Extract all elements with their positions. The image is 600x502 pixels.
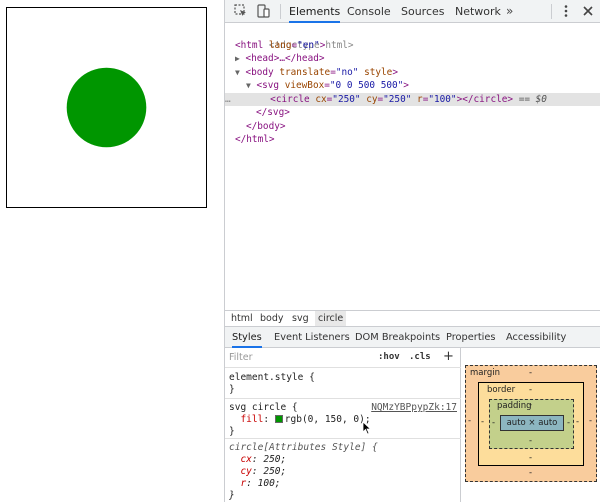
rule-close-brace: } [229, 426, 235, 437]
svg-frame [6, 7, 207, 208]
dom-node-head[interactable]: ▶ <head>…</head> [235, 52, 600, 66]
more-tabs-icon[interactable]: » [506, 0, 513, 23]
rule-source-link[interactable]: NQMzYBPpypZk:17 [371, 402, 457, 413]
hov-toggle[interactable]: :hov [378, 352, 400, 362]
dom-node-html[interactable]: <html lang="en"> [235, 39, 600, 53]
breadcrumb: html body svg circle [225, 310, 600, 327]
tab-styles[interactable]: Styles [232, 327, 262, 348]
padding-left-value[interactable]: - [492, 418, 495, 428]
styles-pane: Filter :hov .cls + element.style { } svg… [225, 348, 461, 502]
inspect-element-icon[interactable] [233, 3, 249, 19]
new-rule-button[interactable]: + [443, 349, 454, 364]
collapse-arrow-icon[interactable]: ▼ [246, 81, 251, 90]
dom-node-svg-close[interactable]: </svg> [256, 106, 600, 120]
dom-node-doctype[interactable]: <!doctype html> [235, 25, 600, 51]
dom-tree: <!doctype html> <html lang="en"> ▶ <head… [225, 23, 600, 310]
attr-r-value: 100; [257, 478, 281, 489]
tab-dom-breakpoints[interactable]: DOM Breakpoints [355, 327, 440, 348]
toolbar-divider-right [551, 4, 552, 19]
rule-close-brace: } [229, 490, 235, 501]
border-top-value[interactable]: - [529, 385, 532, 395]
margin-bottom-value[interactable]: - [529, 468, 532, 478]
element-style-rule: element.style { } [225, 369, 461, 399]
toolbar-divider [280, 4, 281, 19]
box-model-border[interactable]: border - - - - padding - - - - auto × au… [478, 382, 584, 466]
tab-elements[interactable]: Elements [289, 0, 341, 23]
tab-console[interactable]: Console [347, 0, 391, 23]
devtools-panel: Elements Console Sources Network » <!doc… [224, 0, 600, 502]
cls-toggle[interactable]: .cls [409, 352, 431, 362]
attr-cx-value: 250; [263, 454, 287, 465]
page-preview [0, 0, 224, 502]
filter-input[interactable]: Filter [229, 352, 253, 363]
svg-circle-rule: svg circle { NQMzYBPpypZk:17 fill: rgb(0… [225, 400, 461, 439]
padding-right-value[interactable]: - [567, 418, 570, 428]
device-toolbar-icon[interactable] [255, 3, 271, 19]
tab-network[interactable]: Network [455, 0, 501, 23]
devtools-tabbar: Elements Console Sources Network » [225, 0, 600, 23]
breadcrumb-body[interactable]: body [257, 311, 287, 326]
rule-close-brace: } [229, 384, 235, 395]
rule-selector[interactable]: svg circle { [229, 402, 298, 414]
box-model-padding[interactable]: padding - - - - auto × auto [489, 399, 574, 449]
attributes-style-rule: circle[Attributes Style] { cx: 250; cy: … [229, 442, 378, 501]
attr-r-prop: r [240, 478, 247, 489]
attr-cy-value: 250; [263, 466, 287, 477]
breadcrumb-circle[interactable]: circle [315, 311, 347, 326]
box-model-content[interactable]: auto × auto [500, 415, 564, 431]
fill-property[interactable]: fill [240, 414, 263, 425]
close-icon[interactable] [580, 3, 596, 19]
tab-sources[interactable]: Sources [401, 0, 445, 23]
element-style-selector[interactable]: element.style { [229, 372, 315, 384]
dom-node-body[interactable]: ▼ <body translate="no" style> [235, 66, 600, 80]
margin-top-value[interactable]: - [529, 368, 532, 378]
border-bottom-value[interactable]: - [529, 453, 532, 463]
preview-svg [66, 67, 147, 148]
padding-label: padding [497, 401, 532, 411]
padding-top-value[interactable]: - [529, 400, 532, 410]
fill-value[interactable]: rgb(0, 150, 0); [285, 414, 371, 425]
padding-bottom-value[interactable]: - [529, 436, 532, 446]
green-circle[interactable] [66, 67, 147, 148]
attr-cy-prop: cy [240, 466, 252, 477]
box-model-pane: margin - - - - border - - - - padding - … [462, 348, 600, 502]
attr-rule-selector: circle[Attributes Style] { [229, 442, 378, 453]
margin-label: margin [470, 368, 500, 378]
collapse-arrow-icon[interactable]: ▼ [235, 68, 240, 77]
margin-right-value[interactable]: - [589, 416, 592, 426]
border-label: border [487, 385, 516, 395]
attr-cx-prop: cx [240, 454, 252, 465]
tab-event-listeners[interactable]: Event Listeners [274, 327, 350, 348]
tab-accessibility[interactable]: Accessibility [506, 327, 566, 348]
dom-node-body-close[interactable]: </body> [246, 120, 600, 134]
kebab-menu-icon[interactable] [558, 3, 574, 19]
box-model-margin[interactable]: margin - - - - border - - - - padding - … [465, 365, 597, 482]
sidebar-tabbar: Styles Event Listeners DOM Breakpoints P… [225, 327, 600, 348]
styles-filter-bar: Filter :hov .cls + [225, 348, 461, 368]
dom-node-circle-selected[interactable]: … <circle cx="250" cy="250" r="100"></ci… [225, 92, 600, 106]
border-left-value[interactable]: - [481, 417, 484, 427]
expand-arrow-icon[interactable]: ▶ [235, 54, 240, 63]
dom-node-svg[interactable]: ▼ <svg viewBox="0 0 500 500"> [246, 79, 600, 93]
tab-properties[interactable]: Properties [446, 327, 496, 348]
breadcrumb-svg[interactable]: svg [289, 311, 312, 326]
color-swatch[interactable] [274, 415, 283, 423]
margin-left-value[interactable]: - [468, 416, 471, 426]
breadcrumb-html[interactable]: html [228, 311, 256, 326]
dom-node-html-close[interactable]: </html> [235, 133, 600, 147]
border-right-value[interactable]: - [576, 417, 579, 427]
